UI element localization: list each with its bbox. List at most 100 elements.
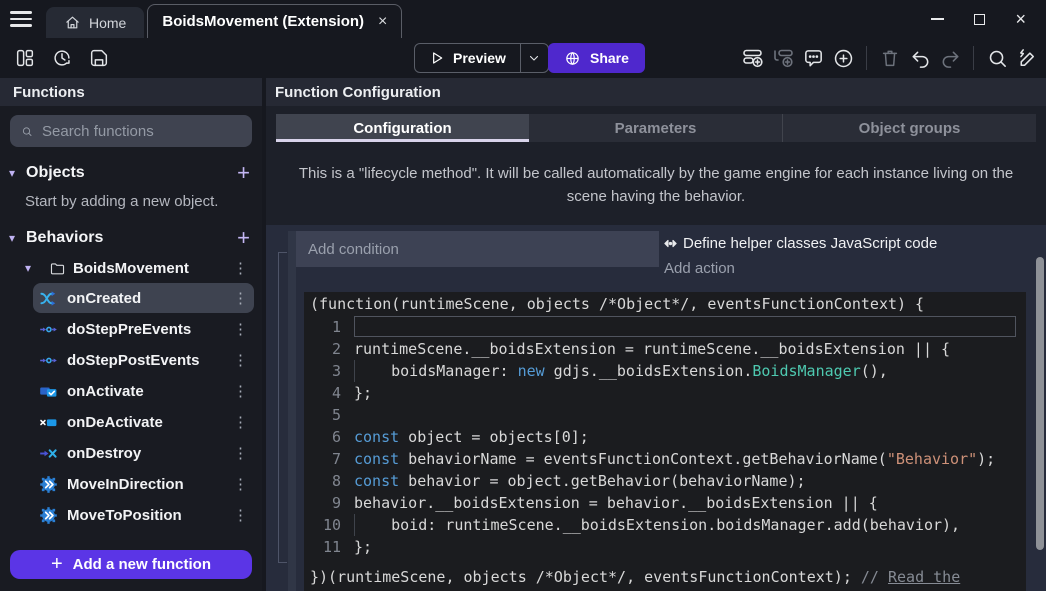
code-line[interactable]: 9behavior.__boidsExtension = behavior.__… — [304, 492, 1026, 514]
line-content[interactable]: boidsManager: new gdjs.__boidsExtension.… — [354, 360, 1026, 382]
objects-section-label: Objects — [26, 164, 85, 182]
add-circle-icon[interactable] — [830, 45, 856, 71]
code-line[interactable]: 7const behaviorName = eventsFunctionCont… — [304, 448, 1026, 470]
code-line[interactable]: 11}; — [304, 536, 1026, 558]
function-label: onDestroy — [67, 445, 141, 462]
tab-label: Parameters — [615, 120, 697, 137]
function-item-oncreated[interactable]: onCreated ⋮ — [33, 283, 254, 313]
code-line[interactable]: 4}; — [304, 382, 1026, 404]
kebab-menu-icon[interactable]: ⋮ — [233, 289, 248, 307]
kebab-menu-icon[interactable]: ⋮ — [233, 320, 248, 338]
undo-icon[interactable] — [907, 45, 933, 71]
toolbar-separator — [973, 46, 974, 70]
code-line[interactable]: 3 boidsManager: new gdjs.__boidsExtensio… — [304, 360, 1026, 382]
line-content[interactable]: const behaviorName = eventsFunctionConte… — [354, 448, 1026, 470]
kebab-menu-icon[interactable]: ⋮ — [233, 382, 248, 400]
line-content[interactable]: runtimeScene.__boidsExtension = runtimeS… — [354, 338, 1026, 360]
event-bracket[interactable] — [278, 252, 287, 563]
js-code-editor[interactable]: (function(runtimeScene, objects /*Object… — [304, 292, 1026, 591]
add-condition-button[interactable]: Add condition — [296, 231, 659, 267]
function-list: onCreated ⋮ doStepPreEvents ⋮ doStepPost… — [0, 283, 262, 530]
add-object-button[interactable]: + — [237, 163, 250, 183]
trash-icon[interactable] — [877, 45, 903, 71]
function-item-movetoposition[interactable]: MoveToPosition ⋮ — [33, 500, 254, 530]
titlebar: Home BoidsMovement (Extension) × × — [0, 0, 1046, 38]
tab-home[interactable]: Home — [46, 7, 144, 38]
save-icon[interactable] — [86, 45, 112, 71]
add-event-icon[interactable] — [740, 45, 766, 71]
main-title: Function Configuration — [266, 78, 1046, 106]
line-content[interactable]: const behavior = object.getBehavior(beha… — [354, 470, 1026, 492]
code-header-line: (function(runtimeScene, objects /*Object… — [304, 292, 1026, 316]
line-content[interactable] — [354, 316, 1016, 337]
kebab-menu-icon[interactable]: ⋮ — [233, 506, 248, 524]
code-icon — [663, 236, 678, 251]
history-icon[interactable] — [49, 45, 75, 71]
preview-dropdown-button[interactable] — [520, 44, 548, 72]
share-button[interactable]: Share — [548, 43, 645, 73]
search-icon[interactable] — [984, 45, 1010, 71]
line-content[interactable] — [354, 404, 1026, 426]
minimize-icon[interactable] — [931, 18, 944, 20]
add-subevent-icon[interactable] — [770, 45, 796, 71]
lifecycle-created-icon — [39, 289, 58, 308]
function-item-onactivate[interactable]: onActivate ⋮ — [33, 376, 254, 406]
tab-object-groups[interactable]: Object groups — [783, 114, 1036, 142]
add-comment-icon[interactable] — [800, 45, 826, 71]
line-content[interactable]: boid: runtimeScene.__boidsExtension.boid… — [354, 514, 1026, 536]
preview-button[interactable]: Preview — [415, 44, 520, 72]
behaviors-section-header[interactable]: ▾ Behaviors + — [0, 225, 262, 251]
code-line[interactable]: 2runtimeScene.__boidsExtension = runtime… — [304, 338, 1026, 360]
kebab-menu-icon[interactable]: ⋮ — [233, 351, 248, 369]
destroy-icon — [39, 444, 58, 463]
code-line[interactable]: 5 — [304, 404, 1026, 426]
hamburger-menu-icon[interactable] — [10, 7, 32, 31]
add-new-function-button[interactable]: + Add a new function — [10, 550, 252, 579]
search-functions-input[interactable] — [42, 123, 241, 140]
window-close-icon[interactable]: × — [1015, 13, 1026, 25]
code-line[interactable]: 1 — [304, 316, 1026, 338]
edit-pen-icon[interactable] — [1014, 45, 1040, 71]
add-action-button[interactable]: Add action — [659, 256, 1026, 280]
kebab-menu-icon[interactable]: ⋮ — [233, 413, 248, 431]
add-behavior-button[interactable]: + — [237, 228, 250, 248]
line-number: 4 — [304, 382, 354, 404]
panels-icon[interactable] — [12, 45, 38, 71]
tab-close-icon[interactable]: × — [378, 13, 387, 31]
kebab-menu-icon[interactable]: ⋮ — [233, 259, 248, 277]
vertical-scrollbar[interactable] — [1036, 257, 1044, 550]
code-line[interactable]: 6const object = objects[0]; — [304, 426, 1026, 448]
code-line[interactable]: 10 boid: runtimeScene.__boidsExtension.b… — [304, 514, 1026, 536]
code-line[interactable]: 8const behavior = object.getBehavior(beh… — [304, 470, 1026, 492]
line-content[interactable]: const object = objects[0]; — [354, 426, 1026, 448]
redo-icon[interactable] — [937, 45, 963, 71]
window-controls: × — [931, 13, 1026, 25]
kebab-menu-icon[interactable]: ⋮ — [233, 444, 248, 462]
code-footer-text: })(runtimeScene, objects /*Object*/, eve… — [310, 568, 861, 586]
caret-down-icon[interactable]: ▾ — [9, 231, 26, 245]
function-item-ondeactivate[interactable]: onDeActivate ⋮ — [33, 407, 254, 437]
line-number: 7 — [304, 448, 354, 470]
caret-down-icon[interactable]: ▾ — [25, 261, 42, 275]
js-event-title-row[interactable]: Define helper classes JavaScript code — [659, 231, 1026, 256]
js-code-event[interactable]: Add condition Define helper classes Java… — [288, 231, 1026, 591]
tab-active-label: BoidsMovement (Extension) — [162, 13, 364, 30]
line-content[interactable]: }; — [354, 382, 1026, 404]
tab-boidsmovement[interactable]: BoidsMovement (Extension) × — [147, 4, 402, 38]
kebab-menu-icon[interactable]: ⋮ — [233, 475, 248, 493]
line-content[interactable]: behavior.__boidsExtension = behavior.__b… — [354, 492, 1026, 514]
tab-home-label: Home — [89, 15, 126, 31]
step-events-icon — [39, 351, 58, 370]
function-item-dosteppreevents[interactable]: doStepPreEvents ⋮ — [33, 314, 254, 344]
tab-parameters[interactable]: Parameters — [529, 114, 783, 142]
function-item-dosteppostevents[interactable]: doStepPostEvents ⋮ — [33, 345, 254, 375]
objects-section-header[interactable]: ▾ Objects + — [0, 160, 262, 186]
caret-down-icon[interactable]: ▾ — [9, 166, 26, 180]
activate-icon — [39, 382, 58, 401]
function-item-moveindirection[interactable]: MoveInDirection ⋮ — [33, 469, 254, 499]
maximize-icon[interactable] — [974, 14, 985, 25]
behavior-folder-boidsmovement[interactable]: ▾ BoidsMovement ⋮ — [0, 254, 262, 282]
line-content[interactable]: }; — [354, 536, 1026, 558]
tab-configuration[interactable]: Configuration — [276, 114, 529, 142]
function-item-ondestroy[interactable]: onDestroy ⋮ — [33, 438, 254, 468]
